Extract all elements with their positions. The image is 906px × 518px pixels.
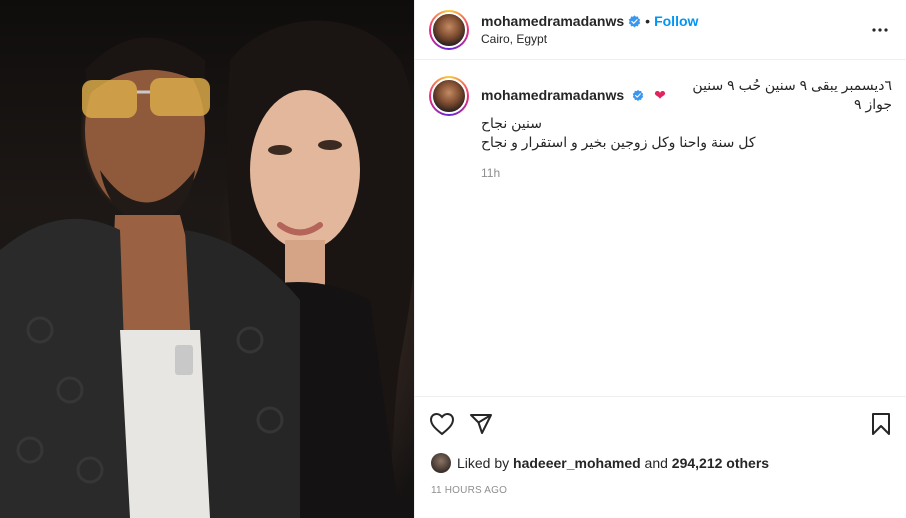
caption-line-3: كل سنة واحنا وكل زوجين بخير و استقرار و … — [481, 134, 756, 150]
liker-avatar[interactable] — [431, 453, 451, 473]
caption-username[interactable]: mohamedramadanws — [481, 86, 624, 105]
likes-prefix: Liked by — [457, 455, 510, 471]
likes-summary: Liked by hadeeer_mohamed and 294,212 oth… — [415, 451, 906, 475]
likes-count[interactable]: 294,212 others — [672, 455, 769, 471]
post-panel: mohamedramadanws • Follow Cairo, Egypt m… — [414, 0, 906, 518]
action-bar — [415, 397, 906, 451]
more-options-icon[interactable] — [868, 18, 892, 42]
verified-badge-icon — [632, 89, 644, 101]
likes-conjunction: and — [644, 455, 668, 471]
author-avatar[interactable] — [429, 9, 469, 50]
posted-time[interactable]: 11 HOURS AGO — [415, 485, 906, 496]
caption-timestamp[interactable]: 11h — [481, 164, 892, 183]
follow-button[interactable]: Follow — [654, 13, 698, 29]
post-location[interactable]: Cairo, Egypt — [481, 32, 698, 46]
heart-icon[interactable] — [429, 404, 469, 444]
post-footer: Liked by hadeeer_mohamed and 294,212 oth… — [415, 396, 906, 496]
post-caption: mohamedramadanws ❤ ٦ديسمبر يبقى ٩ سنين ح… — [415, 60, 906, 199]
caption-author-avatar[interactable] — [429, 76, 469, 116]
author-username[interactable]: mohamedramadanws — [481, 13, 624, 29]
caption-line-2: سنين نجاح — [481, 115, 542, 131]
post-photo[interactable] — [0, 0, 414, 518]
photo-illustration — [0, 20, 414, 518]
post-header: mohamedramadanws • Follow Cairo, Egypt — [415, 0, 906, 60]
liker-username[interactable]: hadeeer_mohamed — [513, 455, 641, 471]
bookmark-icon[interactable] — [852, 404, 892, 444]
header-separator: • — [645, 13, 651, 29]
verified-badge-icon — [628, 14, 641, 28]
share-icon[interactable] — [469, 404, 509, 444]
heart-emoji: ❤ — [654, 86, 666, 103]
caption-line-1: ٦ديسمبر يبقى ٩ سنين حُب ٩ سنين جواز ٩ — [692, 77, 892, 112]
